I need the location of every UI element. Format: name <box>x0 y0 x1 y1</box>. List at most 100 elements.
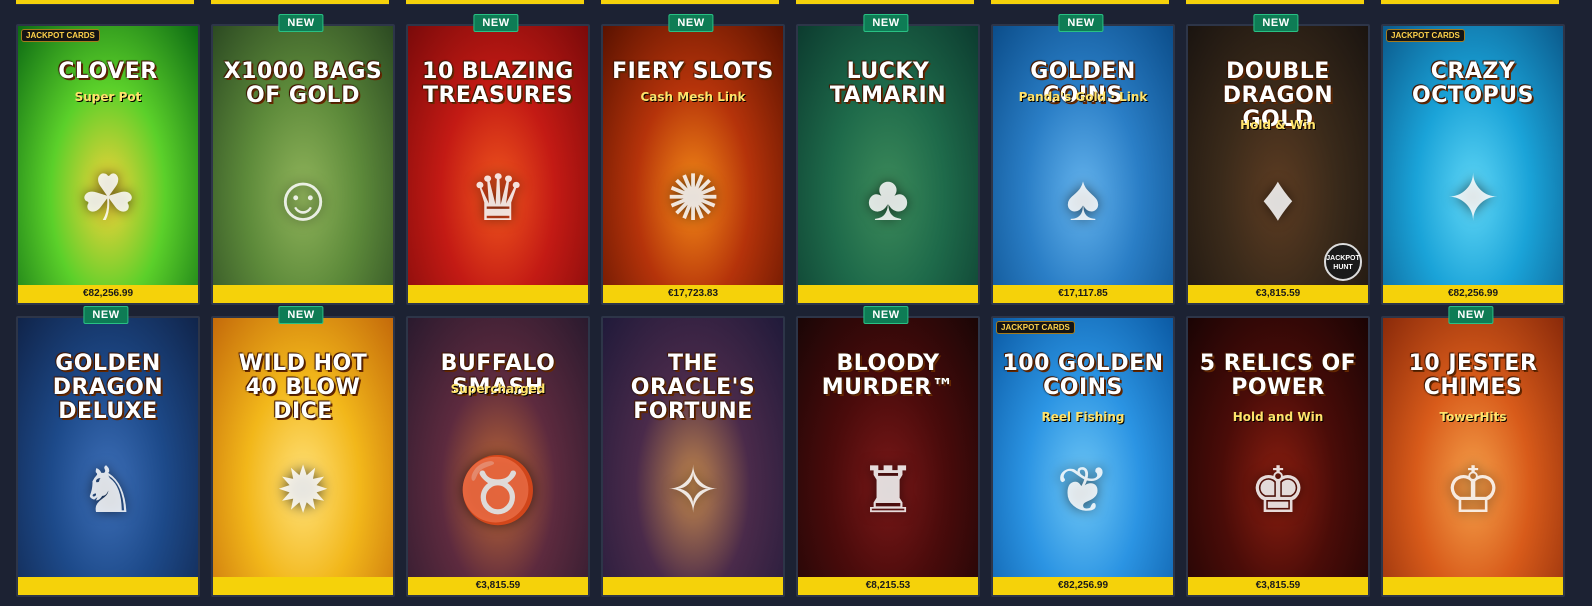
game-tile[interactable]: The Oracle's Fortune ✧ <box>601 306 785 597</box>
game-title: Clover <box>58 59 158 84</box>
game-card[interactable]: JACKPOT CARDS 100 Golden Coins Reel Fishin… <box>991 316 1175 597</box>
new-badge: NEW <box>278 14 324 32</box>
game-card[interactable]: Lucky Tamarin ♣ <box>796 24 980 305</box>
jackpot-amount: €82,256.99 <box>1383 285 1563 303</box>
game-card[interactable]: Fiery Slots Cash Mesh Link ✺ €17,723.83 <box>601 24 785 305</box>
game-grid: JACKPOT CARDS Clover Super Pot ☘ €82,256.99 N… <box>16 14 1586 604</box>
jackpot-amount <box>408 285 588 303</box>
game-card[interactable]: Wild Hot 40 Blow Dice ✹ <box>211 316 395 597</box>
game-card[interactable]: Buffalo Smash Supercharged ♉ €3,815.59 <box>406 316 590 597</box>
jackpot-amount: €3,815.59 <box>408 577 588 595</box>
character-icon: ✹ <box>276 454 330 526</box>
jackpot-amount: €8,215.53 <box>798 577 978 595</box>
jackpot-hunt-logo: JACKPOT HUNT <box>1324 243 1362 281</box>
game-tile[interactable]: NEW Double Dragon Gold Hold & Win ♦ JACKPOT … <box>1186 14 1370 305</box>
game-subtitle: Supercharged <box>450 382 546 396</box>
game-card[interactable]: The Oracle's Fortune ✧ <box>601 316 785 597</box>
new-badge: NEW <box>473 14 519 32</box>
game-subtitle: Reel Fishing <box>1041 410 1125 424</box>
jackpot-amount <box>1383 577 1563 595</box>
game-lobby: JACKPOT CARDS Clover Super Pot ☘ €82,256.99 N… <box>0 0 1592 606</box>
game-tile[interactable]: 5 Relics of Power Hold and Win ♚ €3,815.59 <box>1186 306 1370 597</box>
jackpot-cards-logo: JACKPOT CARDS <box>21 29 100 42</box>
game-subtitle: Super Pot <box>74 90 142 104</box>
game-subtitle: Panda's Gold · Link <box>1018 90 1148 104</box>
jackpot-amount <box>603 577 783 595</box>
new-badge: NEW <box>1448 306 1494 324</box>
game-subtitle: TowerHits <box>1439 410 1507 424</box>
game-tile[interactable]: Buffalo Smash Supercharged ♉ €3,815.59 <box>406 306 590 597</box>
character-icon: ☘ <box>79 162 137 234</box>
game-tile[interactable]: NEW Wild Hot 40 Blow Dice ✹ <box>211 306 395 597</box>
game-subtitle: Hold and Win <box>1232 410 1324 424</box>
character-icon: ♦ <box>1261 162 1295 234</box>
game-title: 10 Jester Chimes <box>1408 351 1538 400</box>
game-card[interactable]: 10 Blazing Treasures ♛ <box>406 24 590 305</box>
jackpot-amount <box>18 577 198 595</box>
new-badge: NEW <box>1253 14 1299 32</box>
game-title: Golden Dragon Deluxe <box>52 351 164 424</box>
jackpot-amount: €17,117.85 <box>993 285 1173 303</box>
jackpot-amount <box>798 285 978 303</box>
game-card[interactable]: x1000 Bags of Gold ☺ <box>211 24 395 305</box>
game-tile[interactable]: NEW x1000 Bags of Gold ☺ <box>211 14 395 305</box>
game-title: 5 Relics of Power <box>1199 351 1357 400</box>
game-card[interactable]: 10 Jester Chimes TowerHits ♔ <box>1381 316 1565 597</box>
new-badge: NEW <box>278 306 324 324</box>
character-icon: ♜ <box>859 454 917 526</box>
game-card[interactable]: Bloody Murder™ ♜ €8,215.53 <box>796 316 980 597</box>
new-badge: NEW <box>668 14 714 32</box>
jackpot-amount: €17,723.83 <box>603 285 783 303</box>
game-card[interactable]: JACKPOT CARDS Clover Super Pot ☘ €82,256.99 <box>16 24 200 305</box>
game-card[interactable]: Golden Dragon Deluxe ♞ <box>16 316 200 597</box>
character-icon: ♔ <box>1444 454 1502 526</box>
new-badge: NEW <box>83 306 129 324</box>
character-icon: ♣ <box>867 162 909 234</box>
game-tile[interactable]: JACKPOT CARDS Crazy Octopus ✦ €82,256.99 <box>1381 14 1565 305</box>
game-tile[interactable]: NEW 10 Blazing Treasures ♛ <box>406 14 590 305</box>
game-title: 10 Blazing Treasures <box>422 59 574 108</box>
game-title: Crazy Octopus <box>1412 59 1534 108</box>
new-badge: NEW <box>1058 14 1104 32</box>
new-badge: NEW <box>863 14 909 32</box>
jackpot-amount: €3,815.59 <box>1188 285 1368 303</box>
game-tile[interactable]: NEW Bloody Murder™ ♜ €8,215.53 <box>796 306 980 597</box>
game-tile[interactable]: JACKPOT CARDS Clover Super Pot ☘ €82,256.99 <box>16 14 200 305</box>
game-tile[interactable]: NEW Fiery Slots Cash Mesh Link ✺ €17,723.83 <box>601 14 785 305</box>
jackpot-amount: €3,815.59 <box>1188 577 1368 595</box>
character-icon: ♞ <box>79 454 137 526</box>
game-subtitle: Hold & Win <box>1240 118 1316 132</box>
character-icon: ✺ <box>666 162 720 234</box>
jackpot-cards-logo: JACKPOT CARDS <box>1386 29 1465 42</box>
jackpot-amount <box>213 285 393 303</box>
previous-row-edge <box>0 0 1592 8</box>
game-title: The Oracle's Fortune <box>630 351 756 424</box>
game-title: 100 Golden Coins <box>1002 351 1164 400</box>
game-title: Bloody Murder™ <box>821 351 955 400</box>
jackpot-amount <box>213 577 393 595</box>
game-tile[interactable]: NEW Lucky Tamarin ♣ <box>796 14 980 305</box>
game-tile[interactable]: JACKPOT CARDS 100 Golden Coins Reel Fishin… <box>991 306 1175 597</box>
game-tile[interactable]: NEW Golden Coins Panda's Gold · Link ♠ €17,1… <box>991 14 1175 305</box>
new-badge: NEW <box>863 306 909 324</box>
game-card[interactable]: JACKPOT CARDS Crazy Octopus ✦ €82,256.99 <box>1381 24 1565 305</box>
game-title: Wild Hot 40 Blow Dice <box>238 351 368 424</box>
jackpot-amount: €82,256.99 <box>993 577 1173 595</box>
jackpot-cards-logo: JACKPOT CARDS <box>996 321 1075 334</box>
game-subtitle: Cash Mesh Link <box>640 90 746 104</box>
game-card[interactable]: Double Dragon Gold Hold & Win ♦ JACKPOT HUN… <box>1186 24 1370 305</box>
game-card[interactable]: 5 Relics of Power Hold and Win ♚ €3,815.59 <box>1186 316 1370 597</box>
game-tile[interactable]: NEW Golden Dragon Deluxe ♞ <box>16 306 200 597</box>
character-icon: ♉ <box>458 454 538 526</box>
character-icon: ♠ <box>1066 162 1100 234</box>
character-icon: ✧ <box>666 454 720 526</box>
game-title: Fiery Slots <box>612 59 774 84</box>
game-tile[interactable]: NEW 10 Jester Chimes TowerHits ♔ <box>1381 306 1565 597</box>
character-icon: ❦ <box>1056 454 1110 526</box>
character-icon: ♚ <box>1249 454 1307 526</box>
jackpot-amount: €82,256.99 <box>18 285 198 303</box>
game-title: Lucky Tamarin <box>829 59 947 108</box>
game-card[interactable]: Golden Coins Panda's Gold · Link ♠ €17,117.… <box>991 24 1175 305</box>
character-icon: ✦ <box>1446 162 1500 234</box>
game-title: x1000 Bags of Gold <box>223 59 383 108</box>
